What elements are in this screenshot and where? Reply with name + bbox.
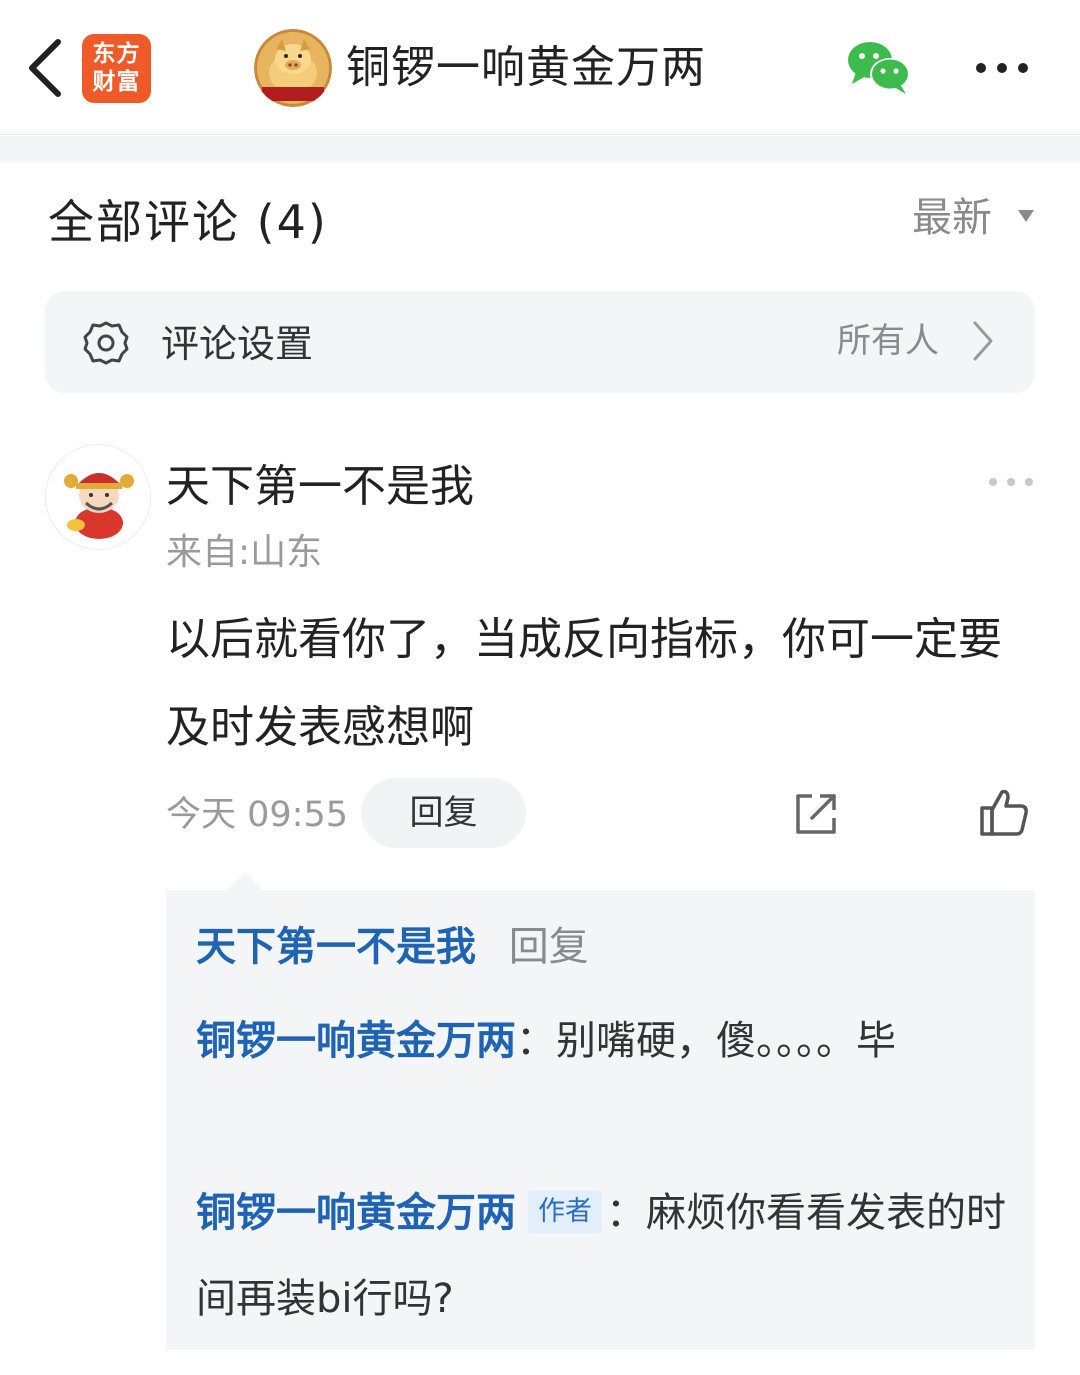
- page-title: 铜锣一响黄金万两: [346, 42, 706, 93]
- comment-settings-row[interactable]: 评论设置 所有人: [45, 291, 1035, 393]
- gear-icon: [83, 321, 129, 365]
- share-button[interactable]: [792, 790, 840, 838]
- comment-timestamp: 今天 09:55: [166, 795, 348, 835]
- reply-author-name[interactable]: 铜锣一响黄金万两: [196, 1018, 516, 1064]
- reply-separator: ：: [516, 1018, 556, 1064]
- app-logo-line1: 东方: [92, 41, 141, 67]
- replies-pointer: [226, 872, 264, 891]
- gold-pig-avatar: [254, 29, 332, 107]
- reply-separator: ：: [606, 1190, 646, 1236]
- reply-button[interactable]: 回复: [361, 778, 526, 848]
- more-menu-button[interactable]: [968, 55, 1034, 81]
- wechat-icon: [848, 42, 910, 94]
- author-badge: 作者: [528, 1191, 602, 1233]
- back-button[interactable]: [22, 36, 72, 100]
- like-button[interactable]: [978, 786, 1030, 838]
- reply-item[interactable]: 铜锣一响黄金万两 作者 ：麻烦你看看发表的时间再装bi行吗?: [196, 1170, 1016, 1342]
- sort-dropdown[interactable]: 最新: [912, 190, 1036, 246]
- more-horizontal-icon: [989, 478, 1033, 486]
- replies-header: 天下第一不是我 回复: [196, 918, 1016, 976]
- top-bar: 东方 财富 铜锣一响黄金万两: [0, 0, 1080, 135]
- thumbs-up-icon: [980, 789, 1028, 836]
- more-horizontal-icon: [976, 63, 1028, 73]
- comment-author-name[interactable]: 天下第一不是我: [166, 458, 474, 516]
- comment-text: 以后就看你了，当成反向指标，你可一定要及时发表感想啊: [166, 614, 1002, 753]
- settings-value: 所有人: [837, 321, 939, 361]
- reply-text: 别嘴硬，傻。。。。毕: [556, 1018, 896, 1064]
- author-avatar[interactable]: [254, 29, 332, 107]
- app-logo[interactable]: 东方 财富: [82, 34, 151, 103]
- section-divider: [0, 136, 1080, 162]
- commenter-avatar[interactable]: [45, 444, 151, 550]
- comments-section-title: 全部评论 (4): [48, 195, 328, 249]
- comment-location: 来自:山东: [166, 532, 323, 573]
- reply-author-name[interactable]: 铜锣一响黄金万两: [196, 1190, 516, 1236]
- fortune-god-avatar: [47, 446, 150, 549]
- replies-panel: 天下第一不是我 回复 铜锣一响黄金万两：别嘴硬，傻。。。。毕 铜锣一响黄金万两作…: [166, 890, 1035, 1350]
- caret-down-icon: [1018, 210, 1034, 222]
- chevron-right-icon: [973, 321, 993, 361]
- settings-label: 评论设置: [161, 322, 314, 366]
- share-icon: [796, 794, 836, 834]
- reply-target-action: 回复: [508, 924, 589, 970]
- wechat-share-button[interactable]: [846, 40, 912, 96]
- sort-label: 最新: [912, 195, 992, 241]
- reply-target-name[interactable]: 天下第一不是我: [196, 924, 476, 970]
- comment-more-button[interactable]: [986, 472, 1036, 492]
- chevron-left-icon: [29, 39, 61, 97]
- app-logo-line2: 财富: [92, 69, 141, 95]
- reply-item[interactable]: 铜锣一响黄金万两：别嘴硬，傻。。。。毕: [196, 998, 1016, 1084]
